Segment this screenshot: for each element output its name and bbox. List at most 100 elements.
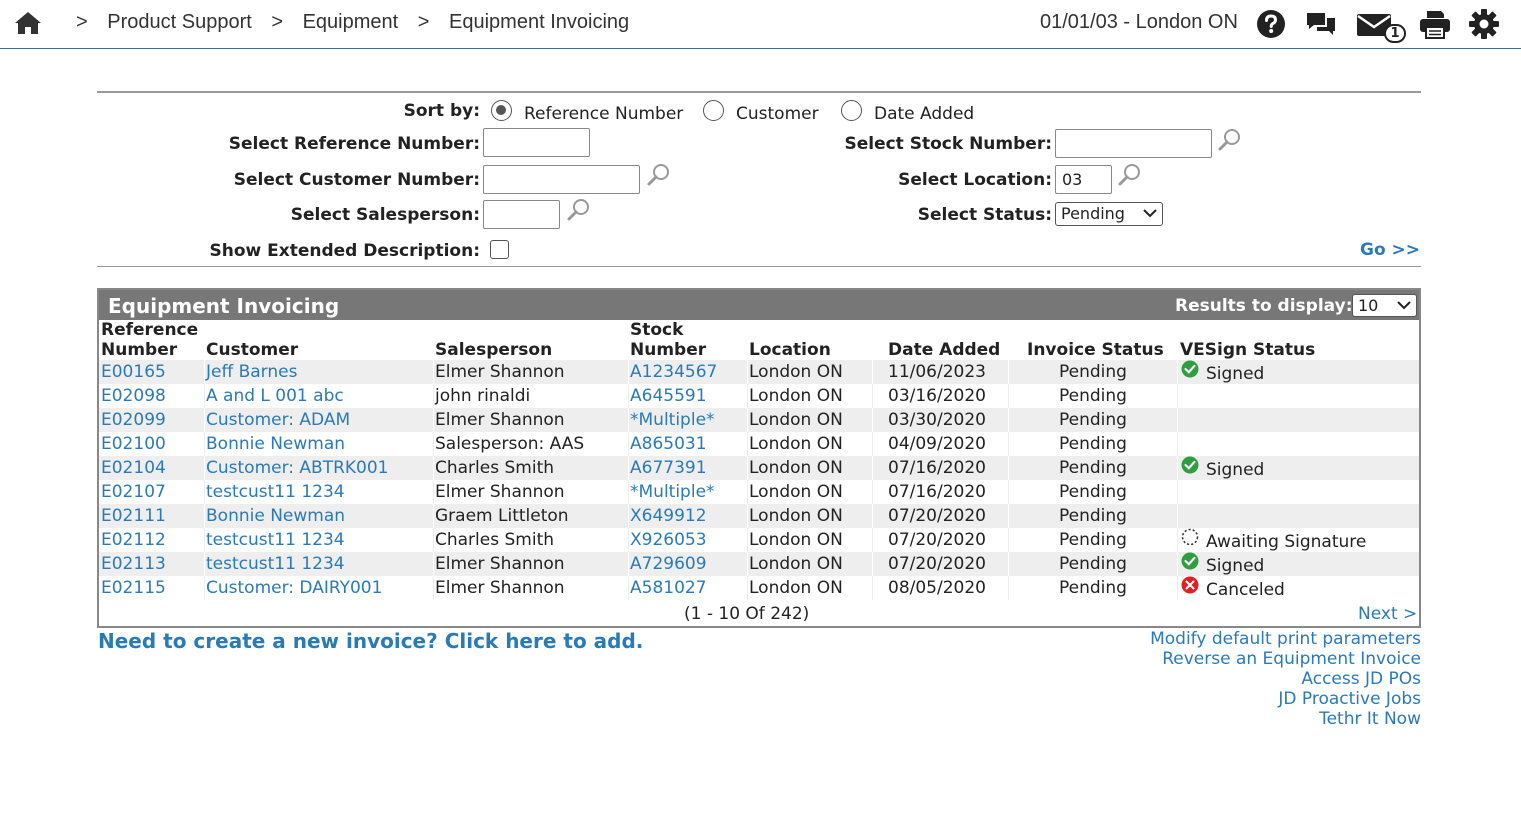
stock-link[interactable]: X649912 [630,506,707,526]
salesperson-lookup-icon[interactable] [566,197,592,223]
stock-number-input[interactable] [1055,129,1212,158]
customer-link[interactable]: Customer: DAIRY001 [206,578,382,598]
salesperson-cell: Elmer Shannon [435,410,565,430]
reference-link[interactable]: E00165 [101,362,166,382]
results-to-display-select[interactable]: 10 [1352,294,1417,317]
stock-link[interactable]: X926053 [630,530,707,550]
customer-link[interactable]: Customer: ABTRK001 [206,458,389,478]
column-divider [872,552,873,576]
check-icon [1181,456,1199,474]
reference-link[interactable]: E02111 [101,506,166,526]
stock-link[interactable]: A729609 [630,554,707,574]
go-button[interactable]: Go >> [1360,240,1420,260]
reference-link[interactable]: E02104 [101,458,166,478]
table-row: E02115 Customer: DAIRY001 Elmer Shannon A58… [99,576,1419,600]
column-divider [872,456,873,480]
customer-link[interactable]: Jeff Barnes [206,362,297,382]
invoice-status-cell: Pending [1059,410,1127,430]
status-select[interactable]: Pending [1055,202,1163,226]
date-location[interactable]: 01/01/03 - London ON [1040,11,1238,34]
customer-number-input[interactable] [483,165,640,194]
customer-link[interactable]: Customer: ADAM [206,410,350,430]
breadcrumb-equipment[interactable]: Equipment [303,11,399,33]
home-icon[interactable] [14,10,42,36]
sort-radio-customer[interactable] [703,100,724,121]
next-page-link[interactable]: Next > [1358,604,1417,624]
column-divider [628,408,629,432]
table-row: E02112 testcust11 1234 Charles Smith X92605… [99,528,1419,552]
col-header-vesign-status[interactable]: VESign Status [1180,340,1315,360]
column-divider [628,480,629,504]
salesperson-input[interactable] [483,200,560,229]
col-header-invoice-status[interactable]: Invoice Status [1027,340,1164,360]
stock-link[interactable]: A581027 [630,578,707,598]
breadcrumb-separator: > [76,11,88,33]
customer-link[interactable]: A and L 001 abc [206,386,344,406]
modify-print-parameters-link[interactable]: Modify default print parameters [1150,629,1421,649]
vesign-status-text: Awaiting Signature [1206,532,1367,552]
jd-proactive-jobs-link[interactable]: JD Proactive Jobs [1150,689,1421,709]
print-icon[interactable] [1418,8,1452,40]
reference-link[interactable]: E02107 [101,482,166,502]
location-cell: London ON [749,362,843,382]
vesign-status-text: Canceled [1206,580,1285,600]
results-to-display-value: 10 [1358,296,1379,315]
column-divider [747,384,748,408]
stock-lookup-icon[interactable] [1217,127,1243,153]
sort-option-customer: Customer [736,104,819,124]
tethr-it-now-link[interactable]: Tethr It Now [1150,709,1421,729]
stock-link[interactable]: *Multiple* [630,410,715,430]
stock-link[interactable]: A677391 [630,458,707,478]
customer-link[interactable]: Bonnie Newman [206,506,345,526]
reference-link[interactable]: E02113 [101,554,166,574]
reference-link[interactable]: E02099 [101,410,166,430]
customer-link[interactable]: testcust11 1234 [206,530,345,550]
stock-link[interactable]: A865031 [630,434,707,454]
chat-icon[interactable] [1305,8,1337,40]
column-divider [628,552,629,576]
table-row: E02100 Bonnie Newman Salesperson: AAS A8650… [99,432,1419,456]
stock-link[interactable]: *Multiple* [630,482,715,502]
reverse-invoice-link[interactable]: Reverse an Equipment Invoice [1150,649,1421,669]
column-divider [872,504,873,528]
col-header-customer[interactable]: Customer [206,340,298,360]
breadcrumb-product-support[interactable]: Product Support [107,11,252,33]
customer-number-label: Select Customer Number: [233,170,480,190]
date-added-cell: 04/09/2020 [888,434,986,454]
col-header-stock[interactable]: Stock Number [630,320,706,360]
stock-link[interactable]: A645591 [630,386,707,406]
sort-radio-date-added[interactable] [841,100,862,121]
reference-link[interactable]: E02112 [101,530,166,550]
col-header-location[interactable]: Location [749,340,831,360]
customer-link[interactable]: testcust11 1234 [206,554,345,574]
col-header-stock-line2: Number [630,340,707,360]
col-header-date-added[interactable]: Date Added [888,340,1000,360]
customer-lookup-icon[interactable] [646,162,672,188]
location-input[interactable] [1055,165,1112,194]
side-links: Modify default print parameters Reverse … [1150,629,1421,729]
customer-link[interactable]: testcust11 1234 [206,482,345,502]
reference-number-input[interactable] [483,128,590,157]
reference-link[interactable]: E02100 [101,434,166,454]
add-new-invoice-link[interactable]: Need to create a new invoice? Click here… [98,629,643,653]
filter-top-divider [97,91,1421,93]
location-lookup-icon[interactable] [1117,162,1143,188]
access-jd-pos-link[interactable]: Access JD POs [1150,669,1421,689]
date-added-cell: 07/20/2020 [888,554,986,574]
sort-by-label: Sort by: [403,101,480,121]
extended-description-checkbox[interactable] [490,240,509,259]
col-header-salesperson[interactable]: Salesperson [435,340,552,360]
table-row: E02098 A and L 001 abc john rinaldi A645591… [99,384,1419,408]
column-divider [1008,552,1009,576]
gear-icon[interactable] [1468,8,1500,40]
reference-link[interactable]: E02098 [101,386,166,406]
help-icon[interactable] [1255,8,1287,40]
table-row: E02107 testcust11 1234 Elmer Shannon *Multi… [99,480,1419,504]
reference-link[interactable]: E02115 [101,578,166,598]
sort-radio-reference[interactable] [491,100,512,121]
col-header-reference[interactable]: Reference Number [101,320,198,360]
stock-link[interactable]: A1234567 [630,362,717,382]
table-row: E02113 testcust11 1234 Elmer Shannon A72960… [99,552,1419,576]
customer-link[interactable]: Bonnie Newman [206,434,345,454]
table-row: E02104 Customer: ABTRK001 Charles Smith A67… [99,456,1419,480]
